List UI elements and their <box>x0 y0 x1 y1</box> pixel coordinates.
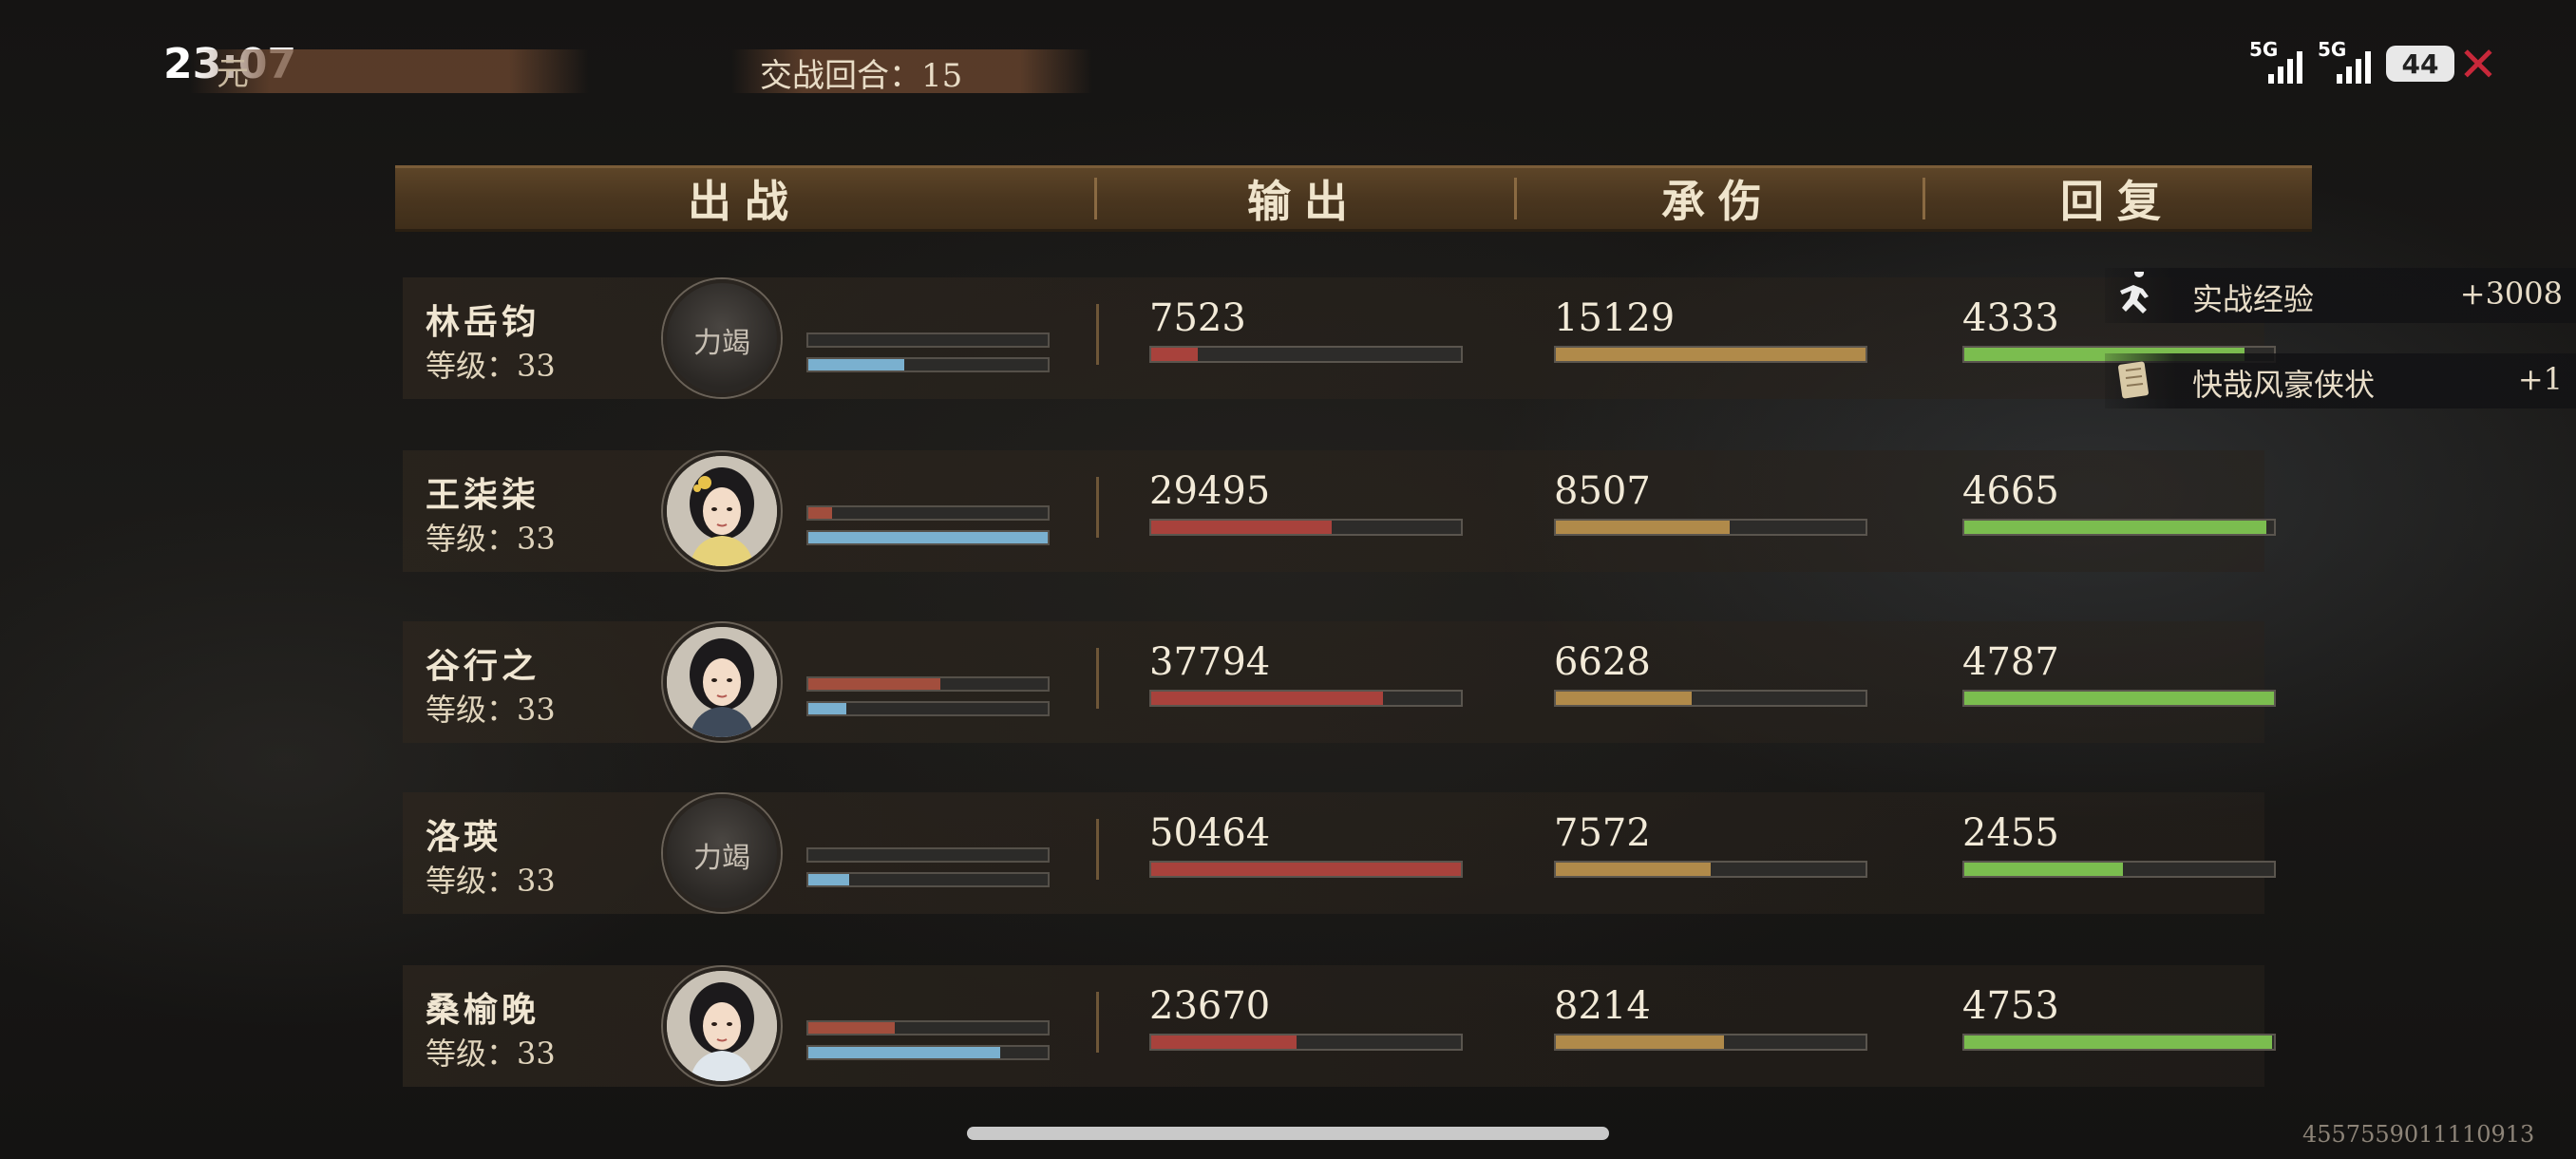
character-name: 王柒柒 <box>426 475 540 515</box>
damage-taken-value: 8214 <box>1554 984 1651 1028</box>
battle-stat-row: 洛瑛等级：33 力竭 50464 7572 2455 <box>403 792 2276 914</box>
heal-bar <box>1962 1034 2276 1051</box>
damage-taken-value: 7572 <box>1554 811 1651 855</box>
character-level: 等级：33 <box>426 521 556 557</box>
character-level: 等级：33 <box>426 692 556 728</box>
cellular-signal-icon-2: 5G <box>2318 38 2371 84</box>
output-value: 50464 <box>1149 811 1271 855</box>
battery-icon: 44 <box>2386 46 2454 82</box>
player-uid: 4557559011110913 <box>2302 1121 2535 1148</box>
header-damage-taken: 承伤 <box>1514 168 1923 229</box>
output-bar <box>1149 861 1463 878</box>
output-value: 7523 <box>1149 296 1246 340</box>
damage-taken-value: 15129 <box>1554 296 1676 340</box>
heal-bar <box>1962 519 2276 536</box>
column-divider <box>1096 992 1099 1053</box>
heal-value: 4333 <box>1962 296 2059 340</box>
mini-bar-red <box>806 505 1050 521</box>
damage-taken-bar <box>1554 346 1867 363</box>
damage-taken-bar <box>1554 690 1867 707</box>
mini-bar-red <box>806 1020 1050 1036</box>
output-value: 23670 <box>1149 984 1271 1028</box>
character-avatar[interactable] <box>663 967 781 1085</box>
mini-bar-blue <box>806 530 1050 545</box>
column-divider <box>1096 648 1099 709</box>
exhausted-label: 力竭 <box>693 327 750 360</box>
heal-value: 4787 <box>1962 640 2059 684</box>
header-participants: 出战 <box>688 176 802 227</box>
cellular-signal-icon: 5G <box>2249 38 2302 84</box>
mini-bar-red <box>806 847 1050 863</box>
reward-exp-value: +3008 <box>2459 276 2563 312</box>
damage-taken-bar <box>1554 861 1867 878</box>
character-avatar[interactable]: 力竭 <box>663 794 781 912</box>
heal-value: 4753 <box>1962 984 2059 1028</box>
top-left-label: 元 <box>217 55 249 93</box>
mini-bar-blue <box>806 872 1050 887</box>
reward-item: 快哉风豪侠状 +1 <box>2105 353 2576 408</box>
reward-item-value: +1 <box>2517 361 2563 397</box>
column-divider <box>1096 304 1099 365</box>
runner-icon <box>2120 272 2149 314</box>
mini-bar-blue <box>806 357 1050 372</box>
battle-stat-row: 谷行之等级：33 37794 6628 4787 <box>403 621 2276 743</box>
output-value: 29495 <box>1149 469 1271 513</box>
battle-stat-row: 林岳钧等级：33 力竭 7523 15129 4333 <box>403 277 2276 399</box>
top-left-banner <box>190 49 589 93</box>
battle-stat-row: 桑榆晚等级：33 23670 8214 4753 <box>403 965 2276 1087</box>
output-bar <box>1149 346 1463 363</box>
character-name: 洛瑛 <box>426 817 502 857</box>
reward-exp: 实战经验 +3008 <box>2105 268 2576 323</box>
character-avatar[interactable] <box>663 623 781 741</box>
mini-bar-blue <box>806 701 1050 716</box>
mini-bar-red <box>806 332 1050 348</box>
reward-exp-label: 实战经验 <box>2192 281 2315 317</box>
character-level: 等级：33 <box>426 348 556 384</box>
heal-bar <box>1962 861 2276 878</box>
heal-value: 2455 <box>1962 811 2059 855</box>
heal-value: 4665 <box>1962 469 2059 513</box>
heal-bar <box>1962 690 2276 707</box>
stats-table-header: 出战 输出 承伤 回复 <box>395 165 2312 232</box>
output-bar <box>1149 519 1463 536</box>
home-indicator[interactable] <box>967 1127 1609 1140</box>
round-counter: 交战回合：15 <box>760 57 963 95</box>
status-icons: 5G 5G 44 <box>2249 38 2454 84</box>
column-divider <box>1096 819 1099 880</box>
close-icon[interactable]: ✕ <box>2458 36 2498 93</box>
mini-bar-red <box>806 676 1050 692</box>
character-name: 谷行之 <box>426 646 540 686</box>
header-damage-taken-label: 承伤 <box>1661 176 1775 227</box>
character-avatar[interactable]: 力竭 <box>663 279 781 397</box>
character-avatar[interactable] <box>663 452 781 570</box>
character-level: 等级：33 <box>426 863 556 899</box>
output-bar <box>1149 690 1463 707</box>
battle-stat-row: 王柒柒等级：33 29495 8507 4665 <box>403 450 2276 572</box>
output-value: 37794 <box>1149 640 1271 684</box>
damage-taken-bar <box>1554 1034 1867 1051</box>
reward-item-label: 快哉风豪侠状 <box>2192 367 2376 403</box>
mini-bar-blue <box>806 1045 1050 1060</box>
header-output-label: 输出 <box>1247 176 1361 227</box>
exhausted-label: 力竭 <box>693 842 750 875</box>
damage-taken-value: 6628 <box>1554 640 1651 684</box>
character-name: 林岳钧 <box>426 302 540 342</box>
character-level: 等级：33 <box>426 1036 556 1072</box>
header-heal: 回复 <box>1923 168 2312 229</box>
output-bar <box>1149 1034 1463 1051</box>
damage-taken-value: 8507 <box>1554 469 1651 513</box>
column-divider <box>1096 477 1099 538</box>
header-heal-label: 回复 <box>2060 176 2174 227</box>
scroll-icon <box>2118 361 2149 399</box>
header-output: 输出 <box>1094 168 1514 229</box>
damage-taken-bar <box>1554 519 1867 536</box>
character-name: 桑榆晚 <box>426 990 540 1030</box>
